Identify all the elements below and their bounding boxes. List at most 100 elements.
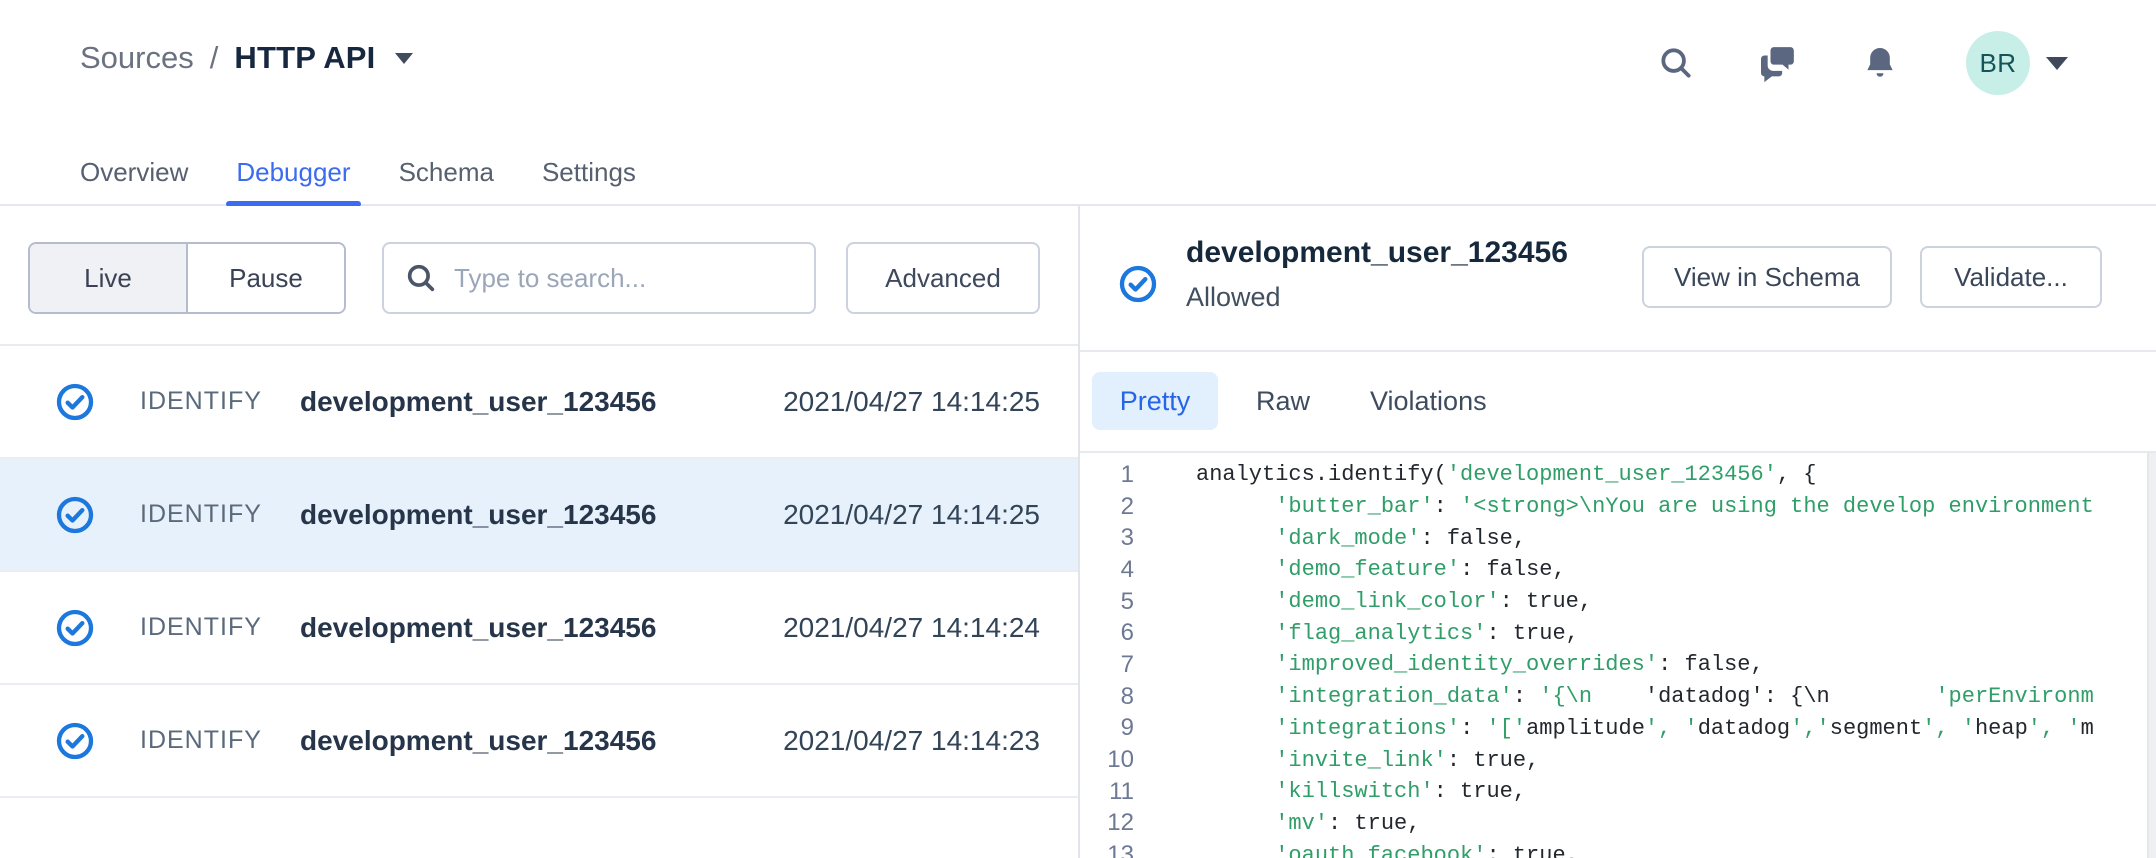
- code-line: 12 'mv': true,: [1080, 808, 2156, 840]
- content-split: Live Pause Advanced IDENTIFY development_…: [0, 206, 2156, 858]
- allowed-check-icon: [1118, 264, 1158, 304]
- detail-tab-bar: Pretty Raw Violations: [1080, 352, 2156, 453]
- code-line: 7 'improved_identity_overrides': false,: [1080, 649, 2156, 681]
- event-search: [382, 242, 816, 314]
- live-pause-toggle: Live Pause: [28, 242, 346, 314]
- code-text: 'integrations': '['amplitude', 'datadog'…: [1196, 716, 2094, 741]
- view-in-schema-button[interactable]: View in Schema: [1642, 246, 1892, 308]
- allowed-check-icon: [55, 382, 95, 422]
- event-row[interactable]: IDENTIFY development_user_123456 2021/04/2…: [0, 572, 1078, 685]
- event-type: IDENTIFY: [140, 726, 262, 755]
- code-text: 'integration_data': '{\n 'datadog': {\n …: [1196, 684, 2094, 709]
- line-number: 10: [1080, 746, 1134, 774]
- code-line: 10 'invite_link': true,: [1080, 744, 2156, 776]
- bell-icon[interactable]: [1858, 41, 1902, 85]
- line-number: 2: [1080, 493, 1134, 521]
- event-timestamp: 2021/04/27 14:14:24: [783, 612, 1040, 644]
- line-number: 12: [1080, 809, 1134, 837]
- source-switcher-caret-icon[interactable]: [395, 53, 413, 64]
- code-line: 13 'oauth_facebook': true,: [1080, 839, 2156, 858]
- top-actions: BR: [1654, 28, 2068, 98]
- breadcrumb: Sources / HTTP API: [80, 40, 413, 76]
- search-icon[interactable]: [1654, 41, 1698, 85]
- code-text: 'flag_analytics': true,: [1196, 621, 1579, 646]
- code-line: 6 'flag_analytics': true,: [1080, 617, 2156, 649]
- event-row[interactable]: IDENTIFY development_user_123456 2021/04/2…: [0, 685, 1078, 798]
- event-list: IDENTIFY development_user_123456 2021/04/2…: [0, 346, 1078, 798]
- avatar[interactable]: BR: [1966, 31, 2030, 95]
- line-number: 3: [1080, 524, 1134, 552]
- breadcrumb-source-name: HTTP API: [234, 40, 375, 76]
- stream-controls: Live Pause Advanced: [0, 206, 1078, 346]
- user-menu-caret-icon: [2046, 57, 2068, 70]
- code-text: 'invite_link': true,: [1196, 748, 1539, 773]
- tab-violations[interactable]: Violations: [1362, 372, 1495, 430]
- line-number: 11: [1080, 778, 1134, 806]
- validate-button[interactable]: Validate...: [1920, 246, 2102, 308]
- code-line: 8 'integration_data': '{\n 'datadog': {\…: [1080, 681, 2156, 713]
- event-name: development_user_123456: [300, 386, 656, 418]
- event-stream-panel: Live Pause Advanced IDENTIFY development_…: [0, 206, 1078, 858]
- top-bar: Sources / HTTP API BR: [0, 0, 2156, 140]
- line-number: 1: [1080, 461, 1134, 489]
- code-text: 'dark_mode': false,: [1196, 526, 1526, 551]
- event-timestamp: 2021/04/27 14:14:25: [783, 499, 1040, 531]
- tab-raw[interactable]: Raw: [1248, 372, 1318, 430]
- advanced-button[interactable]: Advanced: [846, 242, 1040, 314]
- tab-debugger[interactable]: Debugger: [226, 139, 360, 205]
- status-badge: Allowed: [1186, 282, 1281, 313]
- tab-schema[interactable]: Schema: [389, 139, 504, 205]
- code-text: 'demo_link_color': true,: [1196, 589, 1592, 614]
- chat-icon[interactable]: [1756, 41, 1800, 85]
- event-name: development_user_123456: [300, 725, 656, 757]
- allowed-check-icon: [55, 721, 95, 761]
- code-viewer: 1 analytics.identify('development_user_12…: [1080, 453, 2156, 858]
- event-name: development_user_123456: [300, 612, 656, 644]
- tab-settings[interactable]: Settings: [532, 139, 646, 205]
- line-number: 7: [1080, 651, 1134, 679]
- code-text: 'killswitch': true,: [1196, 779, 1526, 804]
- line-number: 8: [1080, 683, 1134, 711]
- detail-header: development_user_123456 Allowed View in …: [1080, 206, 2156, 352]
- code-line: 5 'demo_link_color': true,: [1080, 586, 2156, 618]
- code-text: 'demo_feature': false,: [1196, 557, 1566, 582]
- breadcrumb-sources[interactable]: Sources: [80, 40, 194, 76]
- search-input[interactable]: [454, 263, 794, 294]
- code-text: analytics.identify('development_user_123…: [1196, 462, 1817, 487]
- event-detail-panel: development_user_123456 Allowed View in …: [1080, 206, 2156, 858]
- code-line: 11 'killswitch': true,: [1080, 776, 2156, 808]
- code-text: 'improved_identity_overrides': false,: [1196, 652, 1764, 677]
- line-number: 5: [1080, 588, 1134, 616]
- event-name: development_user_123456: [300, 499, 656, 531]
- line-number: 9: [1080, 714, 1134, 742]
- search-input-icon: [404, 261, 438, 295]
- live-button[interactable]: Live: [30, 244, 188, 312]
- event-timestamp: 2021/04/27 14:14:23: [783, 725, 1040, 757]
- code-line: 3 'dark_mode': false,: [1080, 522, 2156, 554]
- event-timestamp: 2021/04/27 14:14:25: [783, 386, 1040, 418]
- line-number: 6: [1080, 619, 1134, 647]
- code-line: 1 analytics.identify('development_user_12…: [1080, 459, 2156, 491]
- code-text: 'oauth_facebook': true,: [1196, 843, 1579, 858]
- tab-overview[interactable]: Overview: [70, 139, 198, 205]
- debugger-page: Sources / HTTP API BR Overview Debugger …: [0, 0, 2156, 858]
- pause-button[interactable]: Pause: [188, 244, 344, 312]
- detail-title: development_user_123456: [1186, 236, 1568, 270]
- code-text: 'butter_bar': '<strong>\nYou are using t…: [1196, 494, 2094, 519]
- tab-pretty[interactable]: Pretty: [1092, 372, 1218, 430]
- allowed-check-icon: [55, 608, 95, 648]
- event-type: IDENTIFY: [140, 500, 262, 529]
- breadcrumb-separator: /: [210, 40, 219, 76]
- event-type: IDENTIFY: [140, 387, 262, 416]
- nav-tab-bar: Overview Debugger Schema Settings: [0, 140, 2156, 206]
- code-line: 9 'integrations': '['amplitude', 'datado…: [1080, 713, 2156, 745]
- line-number: 13: [1080, 841, 1134, 858]
- code-scrollbar[interactable]: [2147, 453, 2156, 858]
- code-text: 'mv': true,: [1196, 811, 1420, 836]
- line-number: 4: [1080, 556, 1134, 584]
- event-row[interactable]: IDENTIFY development_user_123456 2021/04/2…: [0, 346, 1078, 459]
- code-line: 4 'demo_feature': false,: [1080, 554, 2156, 586]
- user-menu[interactable]: BR: [1966, 31, 2068, 95]
- event-row[interactable]: IDENTIFY development_user_123456 2021/04/2…: [0, 459, 1078, 572]
- event-type: IDENTIFY: [140, 613, 262, 642]
